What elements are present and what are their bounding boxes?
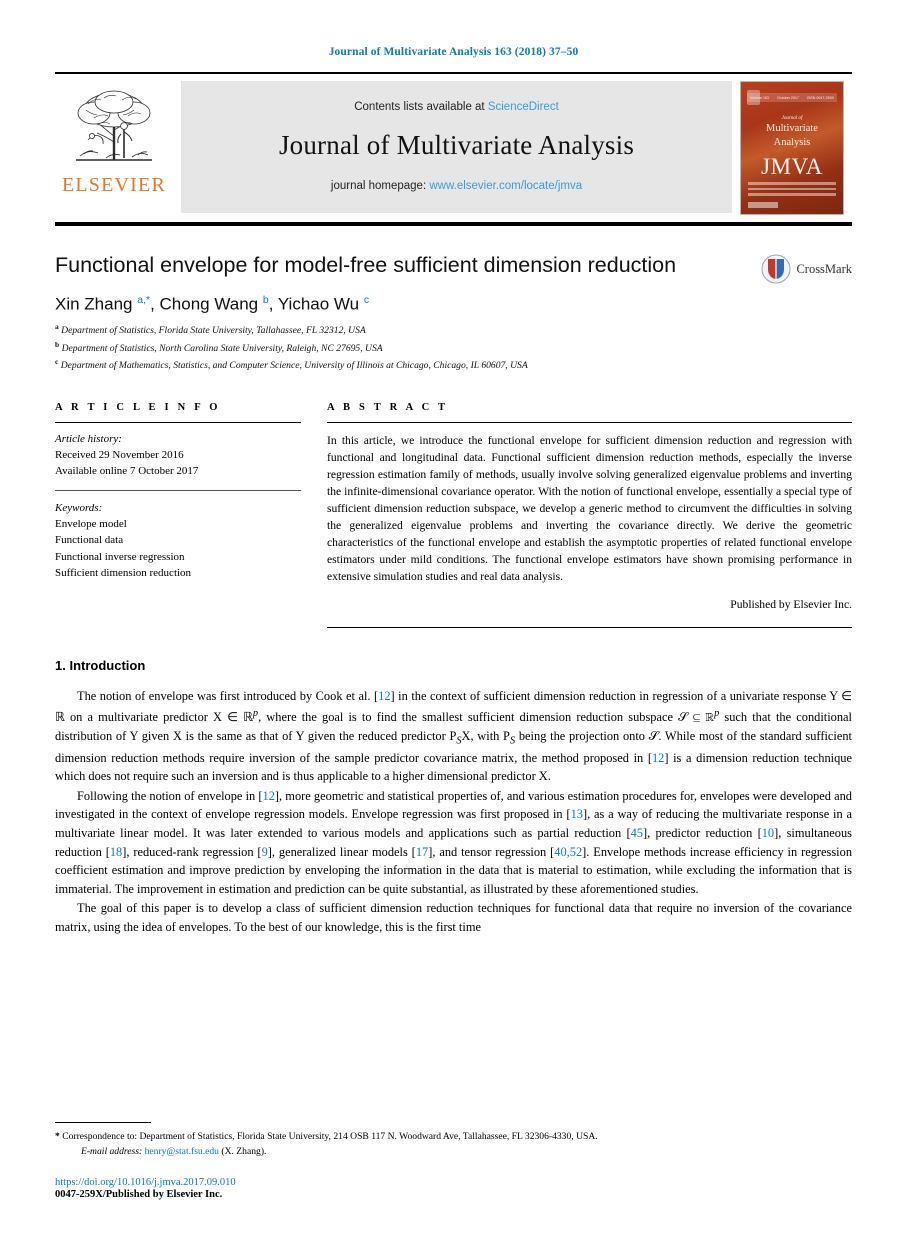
- contents-available-line: Contents lists available at ScienceDirec…: [354, 101, 559, 113]
- email-label: E-mail address:: [81, 1146, 143, 1158]
- running-head: Journal of Multivariate Analysis 163 (20…: [328, 46, 579, 58]
- affiliation-c: c Department of Mathematics, Statistics,…: [55, 356, 852, 374]
- article-title-block: CrossMark Functional envelope for model-…: [55, 252, 852, 374]
- citation-18[interactable]: 18: [110, 845, 122, 859]
- journal-title: Journal of Multivariate Analysis: [278, 129, 635, 160]
- affiliation-text-c: Department of Mathematics, Statistics, a…: [60, 360, 528, 372]
- info-abstract-section: A R T I C L E I N F O Article history: R…: [55, 401, 852, 629]
- keyword-item: Functional inverse regression: [55, 550, 185, 563]
- paragraph-2: Following the notion of envelope in [12]…: [55, 787, 852, 899]
- elsevier-logo: ELSEVIER: [55, 74, 173, 222]
- history-label: Article history:: [55, 432, 122, 445]
- affiliation-text-b: Department of Statistics, North Carolina…: [61, 342, 383, 354]
- journal-cover-cell: Volume 163 October 2017 ISSN 0047-259X J…: [740, 74, 852, 222]
- homepage-prefix: journal homepage:: [330, 179, 427, 192]
- cover-volume-label: Volume 163: [750, 95, 769, 100]
- p2-part-14: ], and tensor regression [: [428, 844, 555, 859]
- abstract-column: A B S T R A C T In this article, we intr…: [327, 401, 852, 629]
- masthead-bottom-rule: [55, 222, 852, 226]
- cover-title-block: Journal of Multivariate Analysis: [741, 116, 843, 149]
- citation-10[interactable]: 10: [762, 826, 774, 840]
- paper-page: Journal of Multivariate Analysis 163 (20…: [0, 0, 907, 1238]
- cover-publisher-mark: [748, 202, 778, 208]
- journal-banner: Contents lists available at ScienceDirec…: [181, 81, 732, 213]
- footnote-area: * Correspondence to: Department of Stati…: [55, 1122, 852, 1160]
- history-available-online: Available online 7 October 2017: [55, 465, 199, 478]
- keywords-rule: [55, 489, 301, 491]
- correspondence-note: * Correspondence to: Department of Stati…: [55, 1130, 852, 1145]
- citation-40-52[interactable]: 40,52: [554, 845, 582, 859]
- email-suffix: (X. Zhang).: [221, 1146, 267, 1158]
- citation-12b[interactable]: 12: [652, 751, 664, 765]
- journal-cover-image: Volume 163 October 2017 ISSN 0047-259X J…: [740, 81, 844, 215]
- doi-area: https://doi.org/10.1016/j.jmva.2017.09.0…: [55, 1177, 236, 1200]
- cover-title-line1: Journal of: [781, 116, 803, 121]
- citation-13[interactable]: 13: [571, 807, 583, 821]
- elsevier-tree-icon: [64, 80, 164, 172]
- affiliation-b: b Department of Statistics, North Caroli…: [55, 339, 852, 357]
- p1-part-4: , where the goal is to find the smallest…: [258, 709, 715, 724]
- abstract-published-by: Published by Elsevier Inc.: [730, 598, 852, 612]
- affiliation-text-a: Department of Statistics, Florida State …: [61, 325, 366, 337]
- page-title: Functional envelope for model-free suffi…: [55, 253, 677, 277]
- affiliation-marker-a: a: [55, 322, 59, 332]
- p1-part-8: X, with P: [461, 728, 510, 743]
- keyword-item: Envelope model: [55, 517, 127, 530]
- cover-date-label: October 2017: [777, 95, 799, 100]
- issn-line: 0047-259X/Published by Elsevier Inc.: [55, 1189, 223, 1200]
- sciencedirect-link[interactable]: ScienceDirect: [488, 101, 559, 113]
- affiliation-marker-c: c: [55, 357, 59, 367]
- journal-homepage-link[interactable]: www.elsevier.com/locate/jmva: [429, 180, 582, 192]
- p2-part-12: ], generalized linear models [: [267, 844, 416, 859]
- history-received: Received 29 November 2016: [55, 449, 184, 462]
- citation-17[interactable]: 17: [416, 845, 428, 859]
- affiliation-a: a Department of Statistics, Florida Stat…: [55, 321, 852, 339]
- cover-title-line3: Analysis: [773, 136, 811, 148]
- article-info-column: A R T I C L E I N F O Article history: R…: [55, 402, 301, 628]
- journal-homepage-line: journal homepage: www.elsevier.com/locat…: [331, 180, 582, 192]
- article-history-block: Article history: Received 29 November 20…: [55, 423, 301, 480]
- crossmark-icon: [761, 254, 791, 284]
- keyword-item: Functional data: [55, 534, 124, 547]
- author-list: Xin Zhang a,*, Chong Wang b, Yichao Wu c: [55, 293, 370, 314]
- cover-issue-bar: Volume 163 October 2017 ISSN 0047-259X: [747, 93, 837, 102]
- article-info-heading: A R T I C L E I N F O: [55, 401, 221, 413]
- p2-part-6: ], predictor reduction [: [642, 825, 762, 840]
- abstract-text: In this article, we introduce the functi…: [327, 433, 852, 584]
- p2-part-0: Following the notion of envelope in [: [77, 788, 263, 803]
- p2-part-10: ], reduced-rank regression [: [122, 844, 262, 859]
- elsevier-wordmark: ELSEVIER: [61, 174, 167, 196]
- affiliation-list: a Department of Statistics, Florida Stat…: [55, 321, 852, 374]
- section-heading-introduction: 1. Introduction: [55, 658, 146, 674]
- doi-link[interactable]: https://doi.org/10.1016/j.jmva.2017.09.0…: [55, 1177, 236, 1188]
- cover-issn-label: ISSN 0047-259X: [807, 95, 834, 100]
- journal-masthead: ELSEVIER Contents lists available at Sci…: [55, 72, 852, 222]
- paragraph-3: The goal of this paper is to develop a c…: [55, 901, 852, 934]
- keywords-block: Keywords: Envelope model Functional data…: [55, 500, 301, 581]
- p1-part-0: The notion of envelope was first introdu…: [77, 689, 379, 704]
- citation-12c[interactable]: 12: [263, 789, 275, 803]
- keyword-item: Sufficient dimension reduction: [55, 566, 192, 579]
- paragraph-1: The notion of envelope was first introdu…: [55, 687, 852, 786]
- affiliation-marker-b: b: [55, 339, 60, 349]
- citation-12[interactable]: 12: [378, 689, 390, 703]
- footnote-rule: [55, 1122, 151, 1124]
- abstract-heading: A B S T R A C T: [327, 401, 449, 413]
- keywords-label: Keywords:: [55, 501, 103, 514]
- cover-acronym: JMVA: [761, 154, 823, 179]
- correspondence-text: Correspondence to: Department of Statist…: [62, 1131, 598, 1143]
- email-link[interactable]: henry@stat.fsu.edu: [145, 1146, 219, 1157]
- cover-decorative-lines: [748, 182, 836, 199]
- email-note: E-mail address: henry@stat.fsu.edu (X. Z…: [55, 1145, 852, 1160]
- crossmark-badge[interactable]: CrossMark: [761, 254, 852, 284]
- abstract-bottom-rule: [327, 627, 852, 629]
- citation-45[interactable]: 45: [631, 826, 643, 840]
- contents-prefix: Contents lists available at: [354, 100, 485, 113]
- correspondence-marker: *: [55, 1131, 60, 1143]
- crossmark-label: CrossMark: [796, 261, 852, 276]
- cover-title-line2: Multivariate: [766, 123, 818, 134]
- introduction-section: 1. Introduction The notion of envelope w…: [55, 658, 852, 936]
